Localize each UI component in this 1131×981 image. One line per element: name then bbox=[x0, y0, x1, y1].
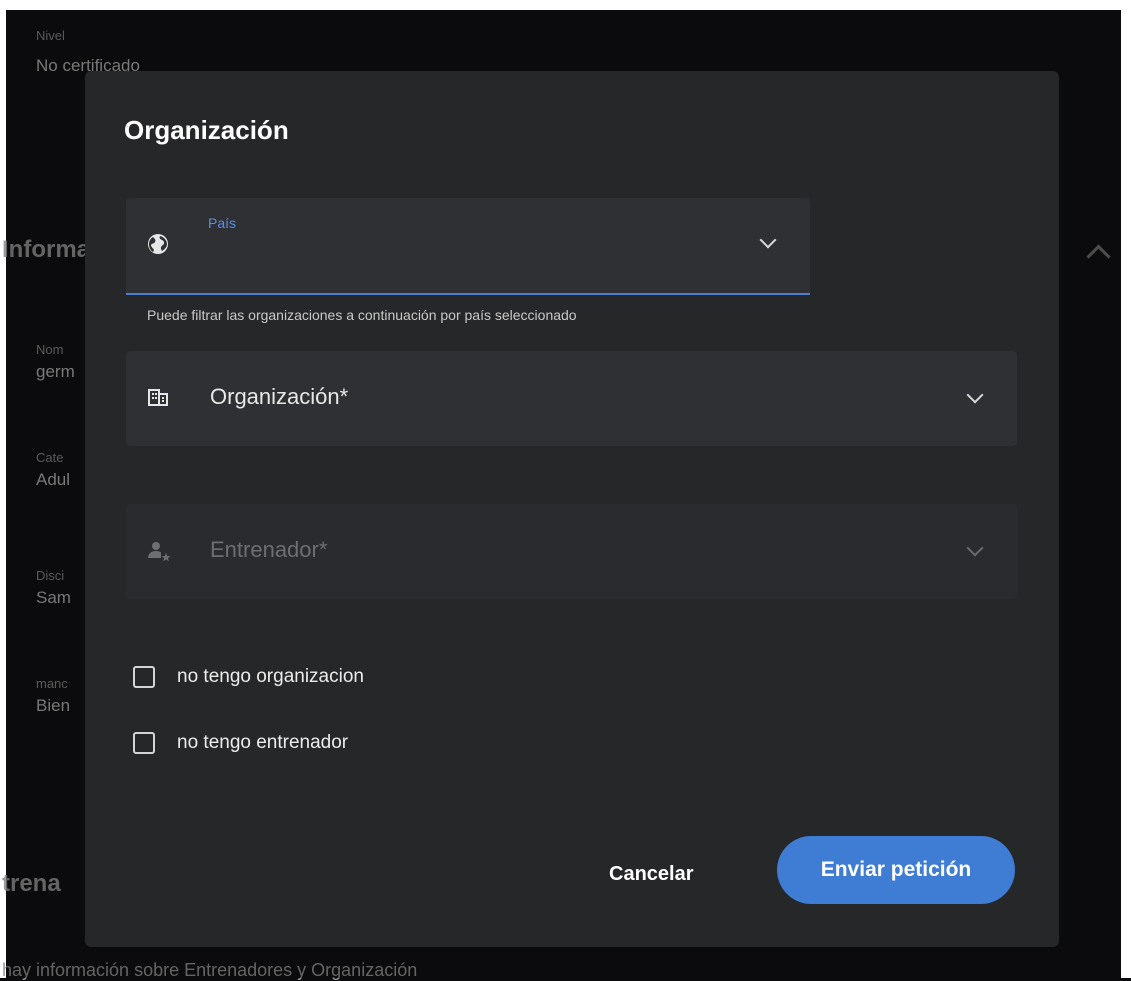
no-trainer-option[interactable]: no tengo entrenador bbox=[133, 732, 348, 754]
chevron-down-icon bbox=[759, 231, 777, 249]
globe-icon bbox=[146, 232, 170, 256]
send-request-button[interactable]: Enviar petición bbox=[777, 836, 1015, 904]
trainer-select[interactable]: Entrenador* bbox=[126, 504, 1017, 599]
screenshot-edge-top bbox=[0, 0, 1131, 10]
dialog-title: Organización bbox=[124, 115, 289, 145]
country-select[interactable]: País bbox=[126, 198, 810, 295]
chevron-down-icon bbox=[966, 539, 984, 557]
country-helper-text: Puede filtrar las organizaciones a conti… bbox=[147, 307, 577, 323]
organization-select[interactable]: Organización* bbox=[126, 351, 1017, 446]
no-organization-checkbox[interactable] bbox=[133, 666, 155, 688]
person-star-icon bbox=[146, 538, 171, 562]
organization-label: Organización* bbox=[210, 384, 349, 409]
building-icon bbox=[146, 385, 170, 409]
chevron-down-icon bbox=[966, 386, 984, 404]
cancel-button[interactable]: Cancelar bbox=[595, 854, 708, 894]
no-organization-option[interactable]: no tengo organizacion bbox=[133, 666, 364, 688]
trainer-label: Entrenador* bbox=[210, 537, 328, 562]
screenshot-edge-right bbox=[1121, 0, 1131, 978]
no-trainer-label[interactable]: no tengo entrenador bbox=[177, 732, 348, 754]
organization-dialog: Organización País Puede filtrar las orga… bbox=[85, 71, 1059, 947]
country-floating-label: País bbox=[208, 215, 237, 231]
no-trainer-checkbox[interactable] bbox=[133, 732, 155, 754]
no-organization-label[interactable]: no tengo organizacion bbox=[177, 666, 364, 688]
